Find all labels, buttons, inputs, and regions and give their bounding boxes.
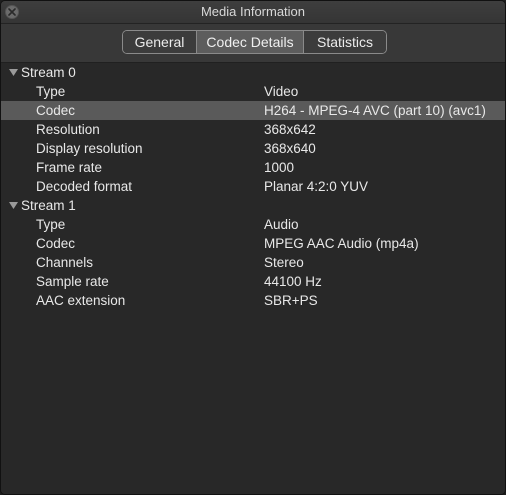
tree-group-label: Stream 0 [21,65,76,80]
tab-statistics[interactable]: Statistics [304,31,386,53]
property-value: Planar 4:2:0 YUV [264,179,369,194]
tree-row-selected[interactable]: Codec H264 - MPEG-4 AVC (part 10) (avc1) [1,101,505,120]
property-key: Codec [36,236,76,251]
property-key: Frame rate [36,160,103,175]
tree-row[interactable]: Frame rate 1000 [1,158,505,177]
property-key: AAC extension [36,293,126,308]
property-value: MPEG AAC Audio (mp4a) [264,236,419,251]
window-title: Media Information [200,4,306,19]
property-value: Video [264,84,299,99]
property-key: Display resolution [36,141,143,156]
property-value: 368x642 [264,122,316,137]
property-key: Type [36,84,66,99]
media-information-window: Media Information General Codec Details … [0,0,506,495]
property-value: H264 - MPEG-4 AVC (part 10) (avc1) [264,103,486,118]
tree-group-stream-1[interactable]: Stream 1 [1,196,505,215]
property-key: Decoded format [36,179,133,194]
tree-row[interactable]: Codec MPEG AAC Audio (mp4a) [1,234,505,253]
tree-row[interactable]: Type Audio [1,215,505,234]
tree-group-label: Stream 1 [21,198,76,213]
property-key: Resolution [36,122,100,137]
tab-segmented-control: General Codec Details Statistics [122,30,387,54]
tree-row[interactable]: Display resolution 368x640 [1,139,505,158]
tree-row[interactable]: AAC extension SBR+PS [1,291,505,310]
property-key: Sample rate [36,274,109,289]
property-value: 368x640 [264,141,316,156]
property-value: 1000 [264,160,295,175]
tree-row[interactable]: Type Video [1,82,505,101]
property-value: SBR+PS [264,293,318,308]
property-value: Audio [264,217,299,232]
tree-row[interactable]: Resolution 368x642 [1,120,505,139]
tree-row[interactable]: Decoded format Planar 4:2:0 YUV [1,177,505,196]
disclosure-triangle-expanded-icon[interactable] [9,63,19,82]
toolbar: General Codec Details Statistics [1,24,505,63]
disclosure-triangle-expanded-icon[interactable] [9,196,19,215]
tree-row[interactable]: Sample rate 44100 Hz [1,272,505,291]
property-key: Channels [36,255,94,270]
property-key: Codec [36,103,76,118]
property-value: 44100 Hz [264,274,322,289]
property-value: Stereo [264,255,304,270]
tree-row[interactable]: Channels Stereo [1,253,505,272]
property-key: Type [36,217,66,232]
title-bar[interactable]: Media Information [1,1,505,24]
codec-details-tree: Stream 0 Type Video Codec H264 - MPEG-4 … [1,63,505,494]
tree-group-stream-0[interactable]: Stream 0 [1,63,505,82]
tab-general[interactable]: General [123,31,197,53]
tab-codec-details[interactable]: Codec Details [197,31,304,53]
